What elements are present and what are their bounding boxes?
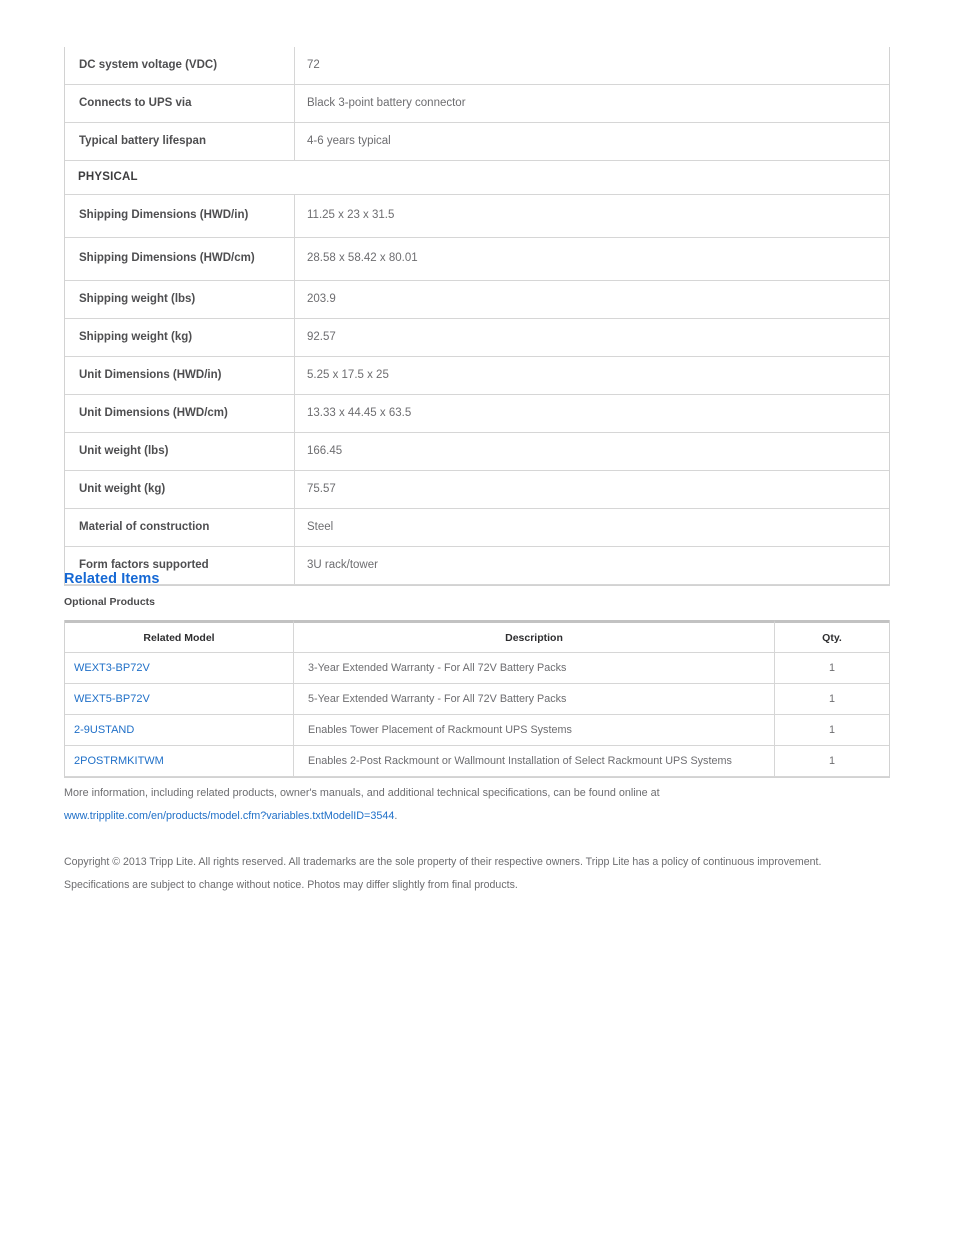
spec-value: 203.9 (295, 281, 889, 319)
spec-row: Material of construction Steel (65, 509, 889, 547)
spec-label: Typical battery lifespan (65, 123, 295, 161)
spec-row: Shipping weight (kg) 92.57 (65, 319, 889, 357)
spec-label: Unit Dimensions (HWD/cm) (65, 395, 295, 433)
spec-section-label: PHYSICAL (65, 161, 889, 195)
spec-label: Shipping Dimensions (HWD/in) (65, 195, 295, 238)
related-description-cell: 5-Year Extended Warranty - For All 72V B… (294, 684, 775, 715)
spec-value: 13.33 x 44.45 x 63.5 (295, 395, 889, 433)
spec-row: Form factors supported 3U rack/tower (65, 547, 889, 585)
column-header-qty: Qty. (775, 620, 889, 653)
spec-value: 75.57 (295, 471, 889, 509)
related-items-table: Related Model Description Qty. WEXT3-BP7… (64, 620, 890, 778)
related-description-cell: 3-Year Extended Warranty - For All 72V B… (294, 653, 775, 684)
spec-value: 92.57 (295, 319, 889, 357)
related-qty-cell: 1 (775, 715, 889, 746)
spec-value: 5.25 x 17.5 x 25 (295, 357, 889, 395)
spec-label: Unit weight (lbs) (65, 433, 295, 471)
related-items-table-container: Related Model Description Qty. WEXT3-BP7… (64, 620, 890, 778)
specifications-table-body: DC system voltage (VDC) 72 Connects to UPS… (65, 47, 889, 585)
spec-row: Shipping Dimensions (HWD/cm) 28.58 x 58.4… (65, 238, 889, 281)
related-qty-cell: 1 (775, 684, 889, 715)
column-header-description: Description (294, 620, 775, 653)
spec-row: DC system voltage (VDC) 72 (65, 47, 889, 85)
spec-row: Connects to UPS via Black 3-point battery… (65, 85, 889, 123)
spec-value: 72 (295, 47, 889, 85)
spec-value: 166.45 (295, 433, 889, 471)
spec-label: DC system voltage (VDC) (65, 47, 295, 85)
spec-label: Shipping weight (lbs) (65, 281, 295, 319)
more-information-text: More information, including related prod… (64, 787, 660, 799)
spec-value: 3U rack/tower (295, 547, 889, 585)
related-model-link[interactable]: WEXT5-BP72V (74, 693, 150, 705)
related-items-table-head: Related Model Description Qty. (65, 620, 889, 653)
more-information-paragraph: More information, including related prod… (64, 782, 894, 828)
related-description-cell: Enables Tower Placement of Rackmount UPS… (294, 715, 775, 746)
optional-products-subheading: Optional Products (64, 596, 156, 608)
spec-row: Unit weight (kg) 75.57 (65, 471, 889, 509)
related-model-cell: WEXT5-BP72V (65, 684, 294, 715)
related-description-cell: Enables 2-Post Rackmount or Wallmount In… (294, 746, 775, 777)
table-row: 2POSTRMKITWM Enables 2-Post Rackmount or … (65, 746, 889, 777)
related-model-link[interactable]: WEXT3-BP72V (74, 662, 150, 674)
spec-label: Material of construction (65, 509, 295, 547)
spec-row: Shipping weight (lbs) 203.9 (65, 281, 889, 319)
specifications-table-container: DC system voltage (VDC) 72 Connects to UPS… (64, 47, 890, 586)
spec-value: 11.25 x 23 x 31.5 (295, 195, 889, 238)
more-information-period: . (394, 810, 398, 822)
table-row: 2-9USTAND Enables Tower Placement of Rack… (65, 715, 889, 746)
spec-row: Unit weight (lbs) 166.45 (65, 433, 889, 471)
related-model-link[interactable]: 2POSTRMKITWM (74, 755, 164, 767)
spec-row: Unit Dimensions (HWD/in) 5.25 x 17.5 x 25 (65, 357, 889, 395)
spec-label: Unit Dimensions (HWD/in) (65, 357, 295, 395)
spec-value: Steel (295, 509, 889, 547)
spec-label: Shipping weight (kg) (65, 319, 295, 357)
related-items-table-body: WEXT3-BP72V 3-Year Extended Warranty - Fo… (65, 653, 889, 777)
spec-row: Shipping Dimensions (HWD/in) 11.25 x 23 x… (65, 195, 889, 238)
related-model-cell: WEXT3-BP72V (65, 653, 294, 684)
spec-value: 28.58 x 58.42 x 80.01 (295, 238, 889, 281)
spec-label: Connects to UPS via (65, 85, 295, 123)
copyright-paragraph: Copyright © 2013 Tripp Lite. All rights … (64, 856, 822, 891)
product-model-link[interactable]: www.tripplite.com/en/products/model.cfm?… (64, 810, 394, 822)
related-model-cell: 2POSTRMKITWM (65, 746, 294, 777)
table-row: WEXT3-BP72V 3-Year Extended Warranty - Fo… (65, 653, 889, 684)
specifications-table: DC system voltage (VDC) 72 Connects to UPS… (64, 47, 890, 586)
related-model-link[interactable]: 2-9USTAND (74, 724, 134, 736)
spec-row: Unit Dimensions (HWD/cm) 13.33 x 44.45 x … (65, 395, 889, 433)
related-qty-cell: 1 (775, 746, 889, 777)
spec-label: Unit weight (kg) (65, 471, 295, 509)
document-page: DC system voltage (VDC) 72 Connects to UPS… (0, 0, 954, 1235)
related-items-heading: Related Items (64, 571, 160, 587)
spec-value: Black 3-point battery connector (295, 85, 889, 123)
related-qty-cell: 1 (775, 653, 889, 684)
spec-label: Shipping Dimensions (HWD/cm) (65, 238, 295, 281)
column-header-related-model: Related Model (65, 620, 294, 653)
spec-section-row: PHYSICAL (65, 161, 889, 195)
spec-row: Typical battery lifespan 4-6 years typica… (65, 123, 889, 161)
table-header-row: Related Model Description Qty. (65, 620, 889, 653)
related-model-cell: 2-9USTAND (65, 715, 294, 746)
table-row: WEXT5-BP72V 5-Year Extended Warranty - Fo… (65, 684, 889, 715)
spec-value: 4-6 years typical (295, 123, 889, 161)
